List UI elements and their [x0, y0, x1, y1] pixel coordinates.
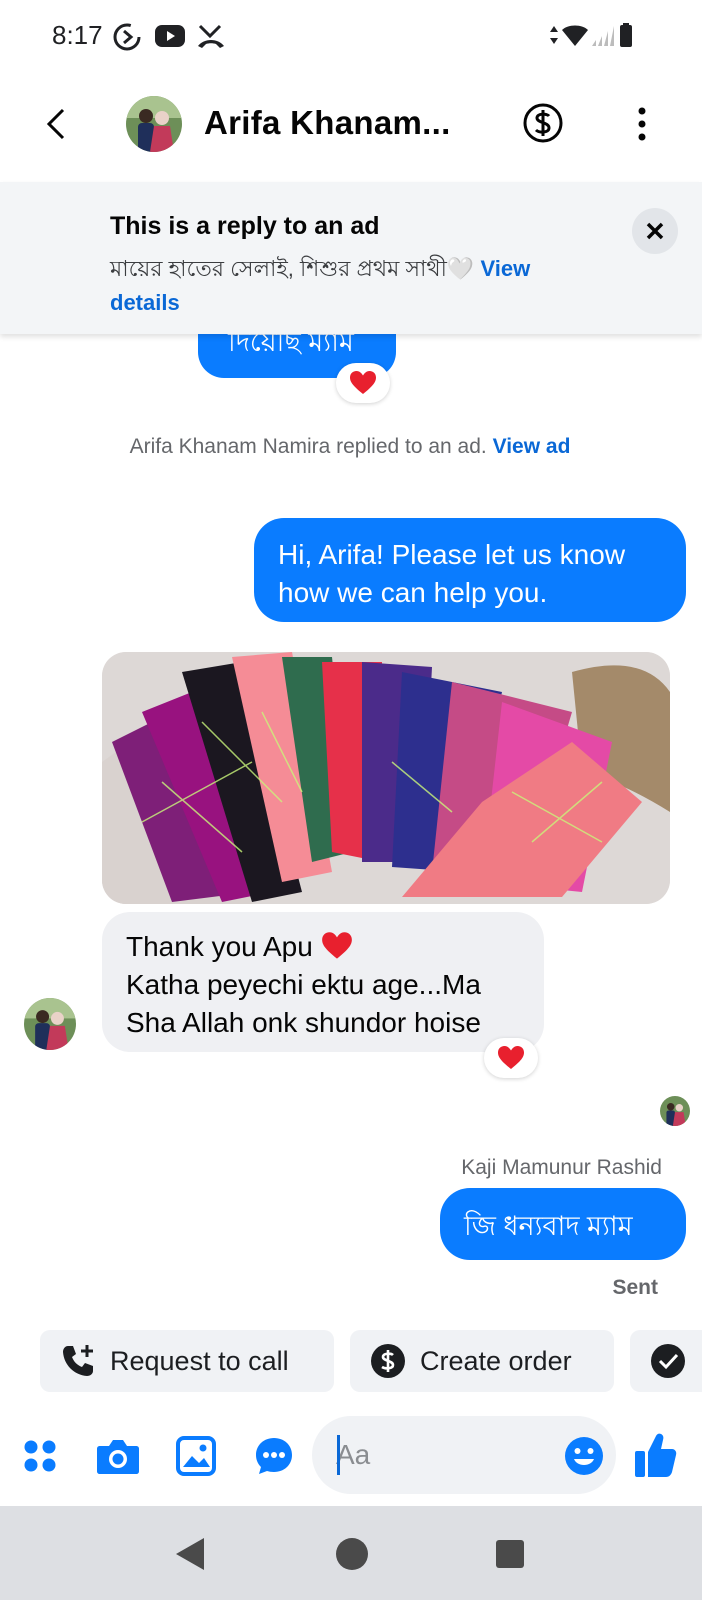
request-to-call-label: Request to call [110, 1345, 289, 1376]
message-text-line2: Katha peyechi ektu age...Ma [126, 969, 481, 1000]
message-text: Hi, Arifa! Please let us know how we can… [278, 539, 626, 608]
view-ad-link[interactable]: View ad [493, 435, 571, 458]
create-order-label: Create order [420, 1345, 572, 1376]
message-line: Thank you Apu [126, 928, 520, 966]
status-bar: 8:17 [0, 0, 702, 72]
avatar-photo [660, 1096, 690, 1126]
apps-icon[interactable] [22, 1438, 58, 1474]
fabric-photo [102, 652, 670, 904]
chat-bubble-icon[interactable] [254, 1436, 294, 1476]
message-text-line1: Thank you Apu [126, 931, 313, 962]
gallery-icon[interactable] [176, 1436, 216, 1476]
thumbs-up-icon[interactable] [634, 1432, 678, 1478]
missed-call-icon [198, 24, 224, 48]
nav-back-icon[interactable] [172, 1536, 208, 1572]
contact-name[interactable]: Arifa Khanam... [204, 104, 451, 142]
conversation-header: Arifa Khanam... [0, 72, 702, 180]
message-text-line3: Sha Allah onk shundor hoise [126, 1007, 481, 1038]
screen-record-icon [113, 23, 141, 51]
back-icon [46, 108, 65, 140]
nav-recents-icon[interactable] [494, 1538, 526, 1570]
check-icon [651, 1344, 685, 1378]
sender-avatar[interactable] [24, 998, 76, 1050]
create-order-button[interactable]: Create order [350, 1330, 614, 1392]
message-composer[interactable] [312, 1416, 616, 1494]
close-icon [646, 222, 664, 240]
ad-banner-title: This is a reply to an ad [110, 212, 380, 240]
contact-avatar[interactable] [126, 96, 182, 152]
more-quick-action-button[interactable] [630, 1330, 702, 1392]
sent-message[interactable]: জি ধন্যবাদ ম্যাম [440, 1188, 686, 1260]
message-status: Sent [612, 1276, 658, 1299]
more-icon [638, 107, 646, 141]
message-text: জি ধন্যবাদ ম্যাম [464, 1211, 633, 1241]
phone-plus-icon [63, 1345, 93, 1376]
heart-icon [498, 1046, 524, 1069]
more-options-button[interactable] [624, 102, 660, 146]
message-reaction[interactable] [484, 1038, 538, 1078]
ad-reply-notice-text: Arifa Khanam Namira replied to an ad. [129, 435, 487, 458]
text-caret [337, 1435, 340, 1475]
message-reaction[interactable] [336, 363, 390, 403]
message-input[interactable] [336, 1436, 536, 1474]
ad-reply-notice: Arifa Khanam Namira replied to an ad. Vi… [100, 432, 600, 461]
sender-name: Kaji Mamunur Rashid [461, 1156, 662, 1179]
ad-banner-description: মায়ের হাতের সেলাই, শিশুর প্রথম সাথী🤍 Vi… [110, 252, 580, 320]
emoji-icon[interactable] [564, 1436, 604, 1476]
dollar-icon [371, 1344, 405, 1378]
youtube-icon [155, 25, 185, 47]
status-time: 8:17 [52, 20, 103, 50]
ad-reply-banner: This is a reply to an ad মায়ের হাতের সে… [0, 182, 702, 334]
system-navigation-bar [0, 1506, 702, 1600]
sent-message[interactable]: Hi, Arifa! Please let us know how we can… [254, 518, 686, 622]
heart-icon [321, 932, 352, 959]
heart-icon [350, 371, 376, 394]
ad-description-text: মায়ের হাতের সেলাই, শিশুর প্রথম সাথী🤍 [110, 256, 475, 281]
request-to-call-button[interactable]: Request to call [40, 1330, 334, 1392]
connectivity-icons [550, 23, 632, 47]
camera-icon[interactable] [96, 1436, 140, 1476]
payment-button[interactable] [522, 102, 564, 144]
dollar-icon [523, 103, 563, 143]
nav-home-icon[interactable] [334, 1536, 370, 1572]
received-message[interactable]: Thank you Apu Katha peyechi ektu age...M… [102, 912, 544, 1052]
close-ad-banner-button[interactable] [632, 208, 678, 254]
back-button[interactable] [36, 102, 76, 146]
read-receipt-avatar [660, 1096, 690, 1126]
received-photo[interactable] [102, 652, 670, 904]
avatar-photo [24, 998, 76, 1050]
avatar-photo [126, 96, 182, 152]
